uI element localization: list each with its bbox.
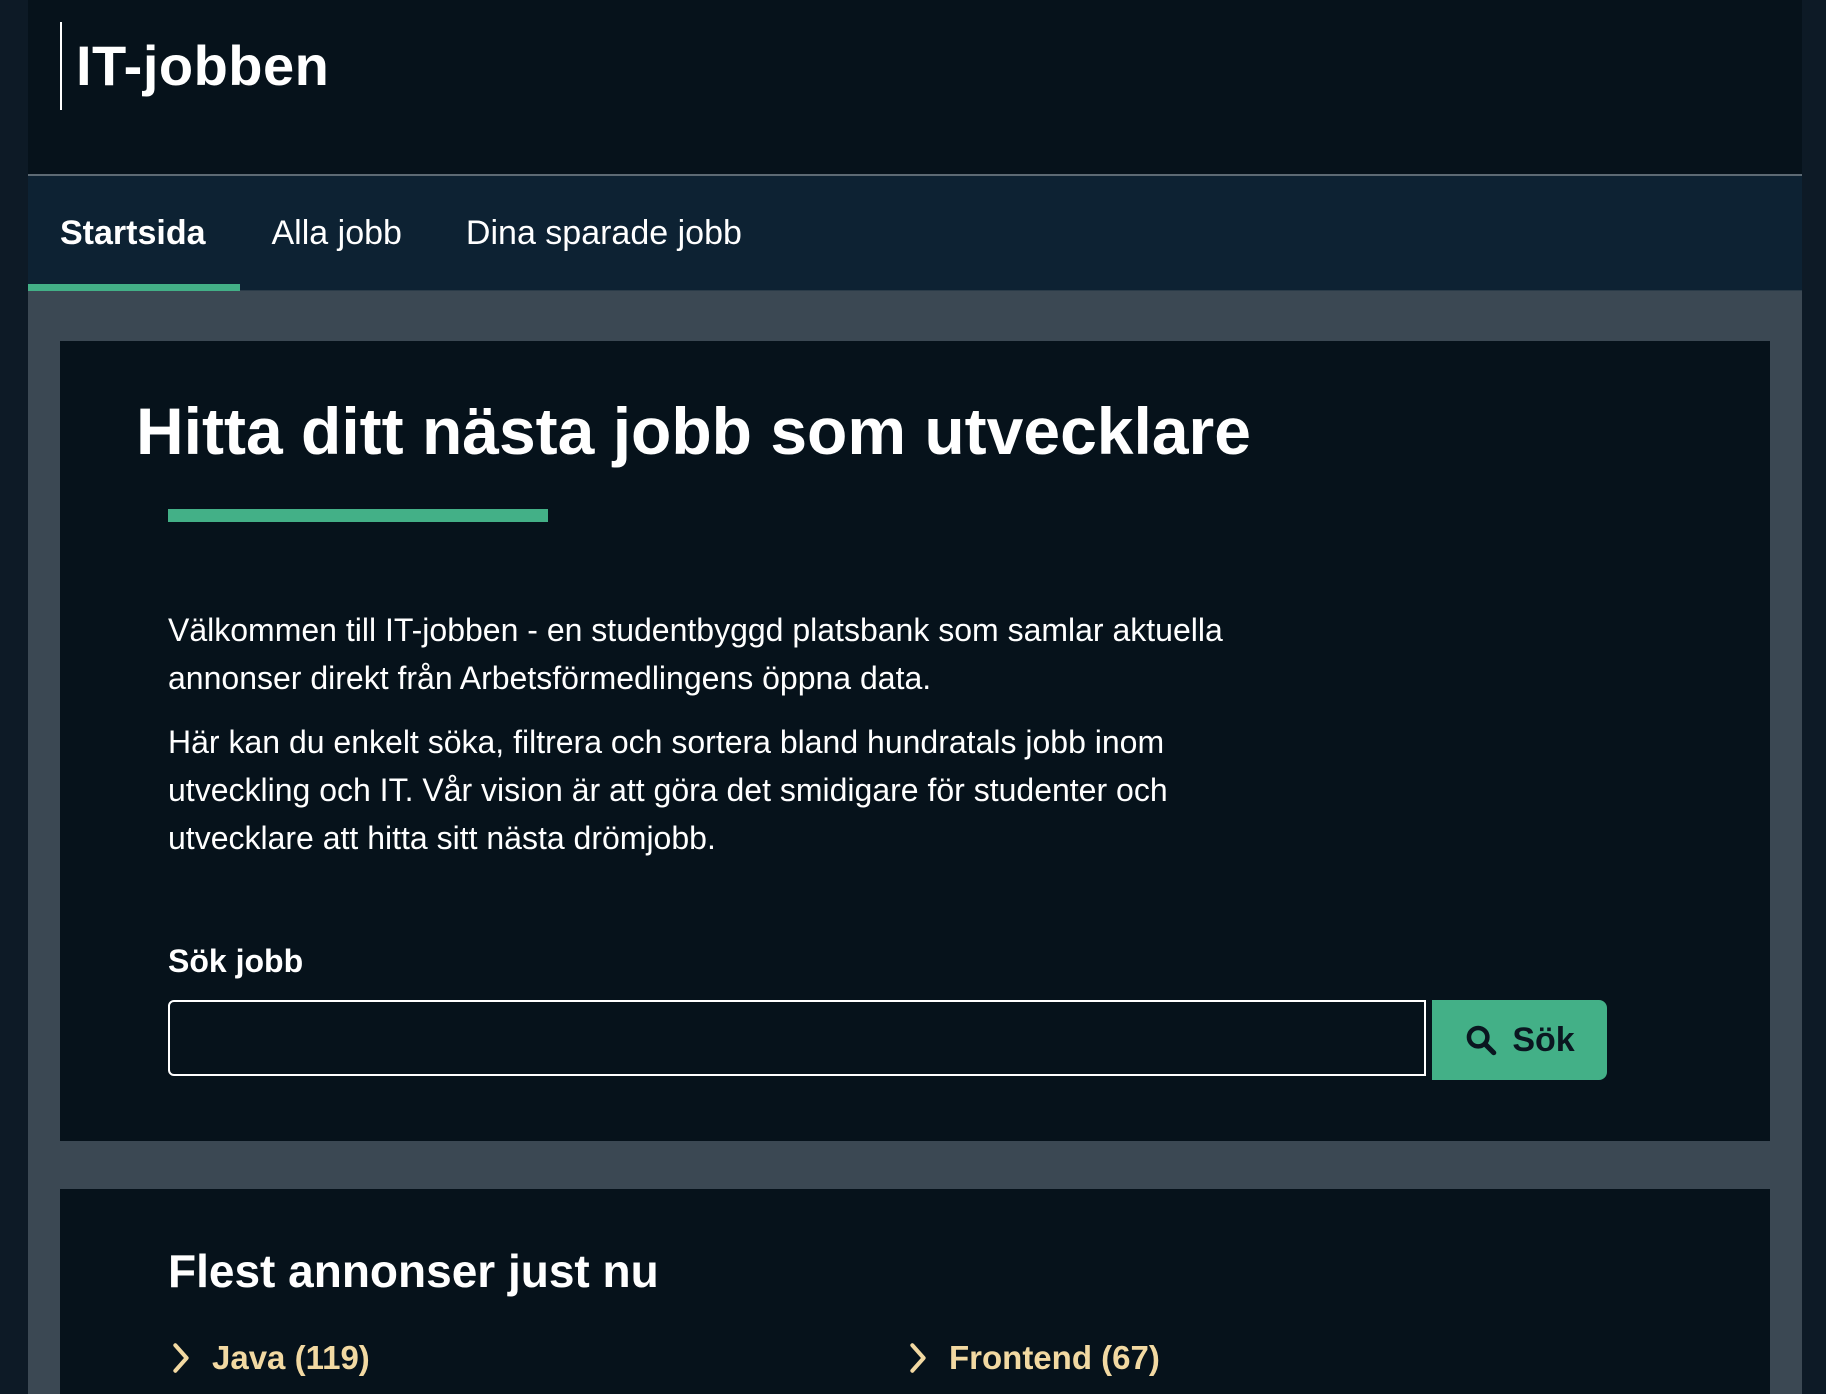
popular-item-frontend[interactable]: Frontend (67) [905, 1332, 1605, 1384]
popular-list: Java (119) Frontend (67) [168, 1332, 1628, 1384]
popular-item-label: Frontend (67) [949, 1339, 1160, 1376]
site-logo-text: IT-jobben [76, 34, 330, 97]
main-navigation: Startsida Alla jobb Dina sparade jobb [28, 176, 1802, 291]
site-header: IT-jobben [28, 0, 1802, 176]
search-button-label: Sök [1512, 1020, 1575, 1059]
search-input[interactable] [168, 1000, 1426, 1076]
nav-item-label: Startsida [60, 213, 206, 252]
intro-paragraph-2: Här kan du enkelt söka, filtrera och sor… [168, 724, 1168, 856]
intro-paragraph-1: Välkommen till IT-jobben - en studentbyg… [168, 612, 1223, 696]
search-button[interactable]: Sök [1432, 1000, 1607, 1080]
nav-list: Startsida Alla jobb Dina sparade jobb [28, 176, 1802, 291]
popular-section-title: Flest annonser just nu [168, 1245, 659, 1297]
chevron-right-icon [910, 1343, 926, 1373]
nav-item-label: Alla jobb [271, 213, 402, 252]
nav-item-sparade-jobb[interactable]: Dina sparade jobb [434, 176, 774, 290]
intro-text: Välkommen till IT-jobben - en studentbyg… [168, 606, 1298, 878]
search-label: Sök jobb [168, 943, 304, 979]
search-icon [1467, 1025, 1497, 1056]
popular-item-label: Java (119) [212, 1339, 370, 1376]
nav-item-label: Dina sparade jobb [465, 213, 742, 252]
chevron-right-icon [173, 1343, 189, 1373]
nav-item-alla-jobb[interactable]: Alla jobb [240, 176, 434, 290]
page-title: Hitta ditt nästa jobb som utvecklare [136, 394, 1251, 468]
nav-item-startsida[interactable]: Startsida [28, 176, 240, 291]
popular-item-java[interactable]: Java (119) [168, 1332, 905, 1384]
site-logo[interactable]: IT-jobben [60, 22, 329, 110]
title-underline [168, 509, 548, 522]
